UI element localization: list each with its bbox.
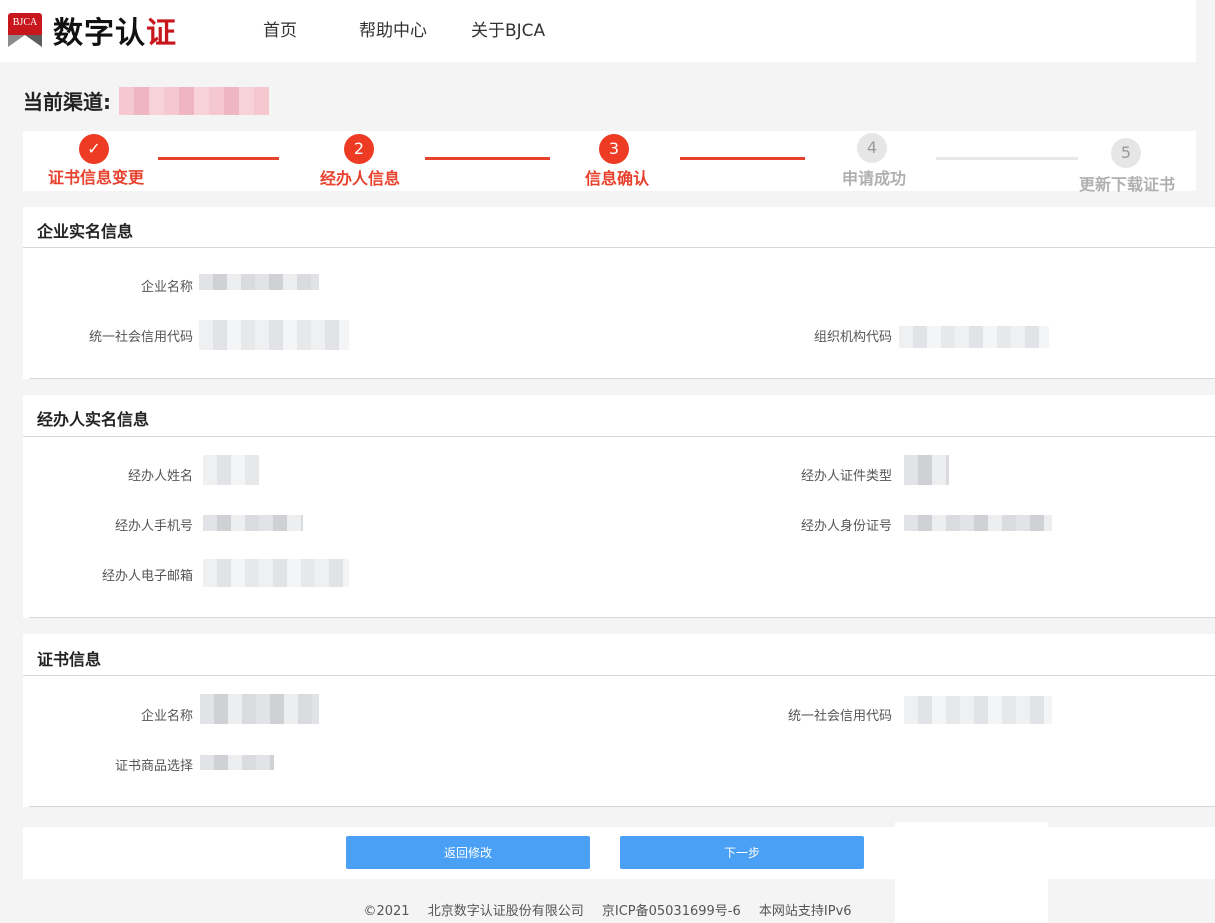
next-step-button[interactable]: 下一步 bbox=[620, 836, 864, 869]
agent-section-title: 经办人实名信息 bbox=[37, 410, 150, 429]
enterprise-name-label: 企业名称 bbox=[140, 280, 193, 295]
top-header: BJCA 数字认证 首页 帮助中心 关于BJCA bbox=[0, 0, 1196, 62]
enterprise-section-title: 企业实名信息 bbox=[37, 222, 134, 241]
cert-credit-code-label: 统一社会信用代码 bbox=[787, 709, 892, 724]
cert-enterprise-name-value-redacted bbox=[200, 694, 319, 724]
back-edit-button[interactable]: 返回修改 bbox=[346, 836, 590, 869]
bjca-logo[interactable]: BJCA 数字认证 bbox=[8, 8, 177, 52]
footer-ipv6: 本网站支持IPv6 bbox=[758, 904, 852, 919]
step-5-label: 更新下载证书 bbox=[1079, 175, 1176, 194]
step-connector-3 bbox=[680, 157, 805, 160]
agent-phone-value-redacted bbox=[203, 515, 303, 531]
certificate-info-section: 证书信息 企业名称 统一社会信用代码 证书商品选择 bbox=[23, 634, 1215, 807]
logo-badge-text: BJCA bbox=[8, 13, 42, 35]
logo-text: 数字认证 bbox=[53, 16, 177, 51]
org-code-label: 组织机构代码 bbox=[813, 330, 892, 345]
cert-enterprise-name-label: 企业名称 bbox=[140, 709, 193, 724]
footer-icp-link[interactable]: 京ICP备05031699号-6 bbox=[602, 904, 741, 919]
agent-id-number-value-redacted bbox=[904, 515, 1052, 531]
agent-name-value-redacted bbox=[203, 455, 259, 485]
progress-steps: ✓ 证书信息变更 2 经办人信息 3 信息确认 4 申请成功 5 更新下载证书 bbox=[23, 131, 1196, 194]
enterprise-info-section: 企业实名信息 企业名称 统一社会信用代码 组织机构代码 bbox=[23, 207, 1215, 379]
step-3-number: 3 bbox=[599, 134, 629, 164]
step-5-number: 5 bbox=[1111, 138, 1141, 168]
step-1-check-icon: ✓ bbox=[79, 134, 109, 164]
current-channel: 当前渠道: bbox=[23, 86, 269, 115]
agent-phone-label: 经办人手机号 bbox=[114, 519, 193, 534]
step-2-number: 2 bbox=[344, 134, 374, 164]
credit-code-value-redacted bbox=[199, 320, 349, 350]
nav-about-link[interactable]: 关于BJCA bbox=[471, 16, 545, 41]
step-1-label: 证书信息变更 bbox=[48, 168, 145, 187]
step-2-label: 经办人信息 bbox=[320, 169, 401, 188]
agent-id-number-label: 经办人身份证号 bbox=[800, 519, 892, 534]
step-connector-4 bbox=[936, 157, 1078, 160]
step-connector-1 bbox=[158, 157, 279, 160]
agent-name-label: 经办人姓名 bbox=[127, 469, 193, 484]
step-connector-2 bbox=[425, 157, 550, 160]
step-3-label: 信息确认 bbox=[585, 169, 650, 188]
cert-credit-code-value-redacted bbox=[904, 696, 1052, 724]
agent-info-section: 经办人实名信息 经办人姓名 经办人证件类型 经办人手机号 经办人身份证号 经办人… bbox=[23, 395, 1215, 618]
nav-help-link[interactable]: 帮助中心 bbox=[359, 16, 427, 41]
footer-company: 北京数字认证股份有限公司 bbox=[427, 904, 584, 919]
org-code-value-redacted bbox=[899, 326, 1049, 348]
channel-label: 当前渠道: bbox=[23, 90, 111, 114]
agent-id-type-value-redacted bbox=[904, 455, 949, 485]
certificate-section-title: 证书信息 bbox=[37, 650, 102, 669]
agent-email-label: 经办人电子邮箱 bbox=[101, 569, 193, 584]
channel-value-redacted bbox=[119, 86, 269, 115]
footer-copyright: ©2021 bbox=[363, 904, 410, 919]
nav-home-link[interactable]: 首页 bbox=[263, 16, 297, 41]
credit-code-label: 统一社会信用代码 bbox=[88, 330, 193, 345]
agent-email-value-redacted bbox=[203, 559, 349, 587]
agent-id-type-label: 经办人证件类型 bbox=[800, 469, 892, 484]
cert-product-label: 证书商品选择 bbox=[114, 759, 193, 774]
step-4-number: 4 bbox=[857, 133, 887, 163]
enterprise-name-value-redacted bbox=[199, 274, 319, 290]
step-4-label: 申请成功 bbox=[842, 169, 907, 188]
page-footer: ©2021 北京数字认证股份有限公司 京ICP备05031699号-6 本网站支… bbox=[0, 900, 1215, 919]
cert-product-value-redacted bbox=[200, 755, 274, 770]
bjca-logo-icon: BJCA bbox=[8, 13, 42, 47]
